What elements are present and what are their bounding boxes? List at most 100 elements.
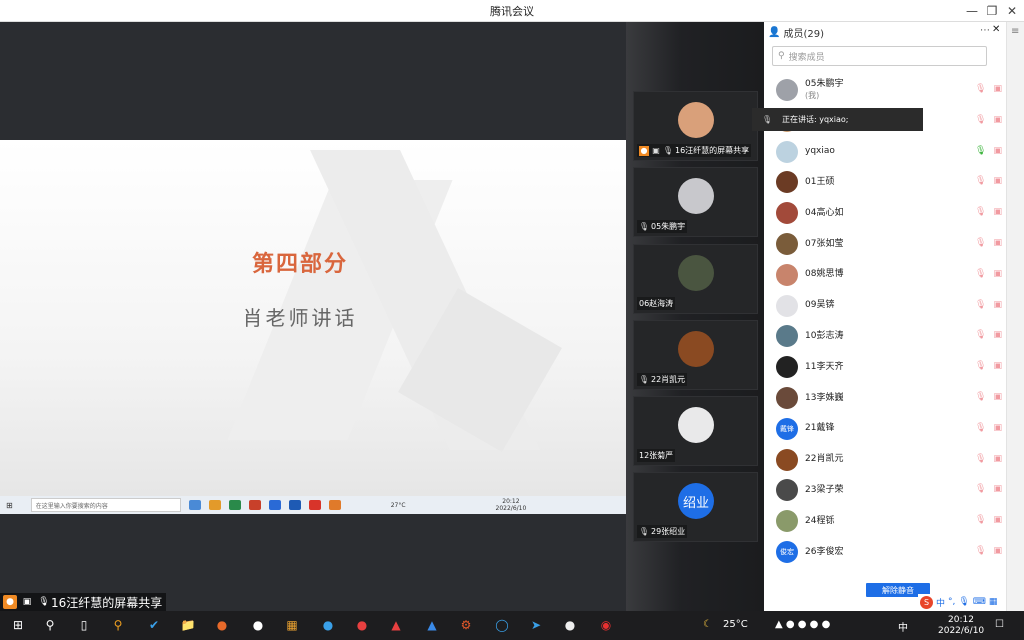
ime-bar[interactable]: S 中 °, 🎙 ⌨ ▦ (918, 594, 1000, 610)
windows-start-icon[interactable]: ⊞ (10, 617, 26, 633)
camera-off-icon[interactable]: ▣ (993, 176, 1002, 186)
mic-muted-icon[interactable]: 🎙 (975, 115, 986, 125)
avatar (776, 233, 798, 255)
member-name-text: 01王硕 (805, 176, 835, 187)
member-row[interactable]: 04高心如 🎙 ▣ (776, 199, 1006, 227)
mic-muted-icon[interactable]: 🎙 (975, 300, 986, 310)
mic-muted-icon[interactable]: 🎙 (975, 515, 986, 525)
app-icon[interactable]: ● (562, 617, 578, 633)
video-tile[interactable]: 06赵海涛 (633, 244, 758, 314)
member-name-text: 09吴锛 (805, 300, 835, 311)
netease-music-icon[interactable]: ● (354, 617, 370, 633)
member-row[interactable]: 05朱鹏宇 (我) 🎙 ▣ (776, 76, 1006, 104)
camera-off-icon[interactable]: ▣ (993, 269, 1002, 279)
mic-muted-icon[interactable]: 🎙 (975, 454, 986, 464)
settings-icon[interactable]: ⚙ (458, 617, 474, 633)
folder-icon[interactable]: 📁 (180, 617, 196, 633)
member-status-icons: 🎙 ▣ (975, 423, 1002, 433)
member-row[interactable]: 戴锋 21戴锋 🎙 ▣ (776, 415, 1006, 443)
menu-icon[interactable]: ≡ (1011, 26, 1019, 37)
mic-muted-icon[interactable]: 🎙 (975, 238, 986, 248)
member-row[interactable]: yqxiao 🎙 ▣ (776, 138, 1006, 166)
mic-muted-icon[interactable]: 🎙 (975, 392, 986, 402)
mic-muted-icon[interactable]: 🎙 (975, 330, 986, 340)
video-tile[interactable]: ● ▣ 🎙 16汪纤慧的屏幕共享 (633, 91, 758, 161)
notification-icon[interactable]: ☐ (995, 619, 1004, 630)
member-row[interactable]: 13李姝巍 🎙 ▣ (776, 384, 1006, 412)
avatar (776, 263, 798, 286)
firefox-icon[interactable]: ● (214, 617, 230, 633)
video-tile[interactable]: 12张菊严 (633, 396, 758, 466)
video-tile[interactable]: 🎙 05朱鹏宇 (633, 167, 758, 237)
app-icon[interactable]: ▦ (284, 617, 300, 633)
member-row[interactable]: 23梁子荣 🎙 ▣ (776, 476, 1006, 504)
mic-muted-icon[interactable]: 🎙 (975, 176, 986, 186)
camera-off-icon[interactable]: ▣ (993, 361, 1002, 371)
member-row[interactable]: 07张如莹 🎙 ▣ (776, 230, 1006, 258)
tile-label: 06赵海涛 (637, 297, 676, 310)
camera-off-icon[interactable]: ▣ (993, 238, 1002, 248)
search-icon[interactable]: ⚲ (42, 617, 58, 633)
member-row[interactable]: 俊宏 26李俊宏 🎙 ▣ (776, 538, 1006, 566)
member-row[interactable]: 08姚思博 🎙 ▣ (776, 261, 1006, 289)
camera-off-icon[interactable]: ▣ (993, 207, 1002, 217)
windows-icon: ⊞ (6, 500, 13, 510)
camera-off-icon[interactable]: ▣ (993, 84, 1002, 94)
camera-off-icon[interactable]: ▣ (993, 515, 1002, 525)
member-row[interactable]: 10彭志涛 🎙 ▣ (776, 322, 1006, 350)
task-view-icon[interactable]: ▯ (76, 617, 92, 633)
member-name: 04高心如 (805, 208, 843, 219)
member-name: 23梁子荣 (805, 485, 843, 496)
avatar (776, 171, 798, 194)
qq-icon[interactable]: ● (250, 617, 266, 633)
record-icon[interactable]: ◉ (598, 617, 614, 633)
app-icon[interactable]: ● (320, 617, 336, 633)
avatar (776, 294, 798, 317)
pdf-icon[interactable]: ▲ (388, 617, 404, 633)
member-row[interactable]: 01王硕 🎙 ▣ (776, 168, 1006, 196)
member-status-icons: 🎙 ▣ (975, 330, 1002, 340)
grid-icon: ▦ (988, 597, 998, 607)
app-icon[interactable]: ✔ (146, 617, 162, 633)
system-clock[interactable]: 20:12 2022/6/10 (938, 615, 984, 637)
close-panel-icon[interactable]: ✕ (992, 24, 1000, 35)
camera-off-icon[interactable]: ▣ (993, 300, 1002, 310)
mic-muted-icon[interactable]: 🎙 (975, 269, 986, 279)
camera-off-icon[interactable]: ▣ (993, 146, 1002, 156)
camera-off-icon[interactable]: ▣ (993, 423, 1002, 433)
video-tile[interactable]: 绍业 🎙 29张绍业 (633, 472, 758, 542)
camera-off-icon[interactable]: ▣ (993, 330, 1002, 340)
member-row[interactable]: 11李天齐 🎙 ▣ (776, 353, 1006, 381)
mic-muted-icon[interactable]: 🎙 (975, 361, 986, 371)
camera-off-icon[interactable]: ▣ (993, 115, 1002, 125)
app-icon[interactable]: ➤ (528, 617, 544, 633)
member-status-icons: 🎙 ▣ (975, 300, 1002, 310)
camera-off-icon[interactable]: ▣ (993, 392, 1002, 402)
mic-muted-icon[interactable]: 🎙 (975, 207, 986, 217)
member-row[interactable]: 09吴锛 🎙 ▣ (776, 292, 1006, 320)
app-icon[interactable]: ◯ (494, 617, 510, 633)
mic-on-icon[interactable]: 🎙 (975, 146, 986, 156)
member-row[interactable]: 22肖凯元 🎙 ▣ (776, 446, 1006, 474)
tray-icons[interactable]: ▲ ● ● ● ● (775, 619, 830, 630)
mic-muted-icon[interactable]: 🎙 (975, 484, 986, 494)
ime-indicator[interactable]: 中 (898, 619, 908, 634)
mic-muted-icon[interactable]: 🎙 (975, 546, 986, 556)
camera-off-icon[interactable]: ▣ (993, 546, 1002, 556)
keyboard-icon: ⌨ (972, 597, 986, 607)
search-app-icon[interactable]: ⚲ (110, 617, 126, 633)
tencent-meeting-icon[interactable]: ▲ (424, 617, 440, 633)
shared-weather: 27°C (390, 501, 406, 509)
mic-muted-icon[interactable]: 🎙 (975, 423, 986, 433)
member-note: (我) (805, 91, 820, 100)
member-row[interactable]: 24程铄 🎙 ▣ (776, 507, 1006, 535)
mic-muted-icon[interactable]: 🎙 (975, 84, 986, 94)
close-icon[interactable]: ✕ (1000, 0, 1024, 22)
camera-off-icon[interactable]: ▣ (993, 454, 1002, 464)
member-name-text: yqxiao (805, 146, 835, 157)
camera-off-icon[interactable]: ▣ (993, 484, 1002, 494)
more-icon[interactable]: ⋯ (980, 25, 990, 36)
member-search[interactable]: ⚲ 搜索成员 (772, 46, 987, 66)
video-tile[interactable]: 🎙 22肖凯元 (633, 320, 758, 390)
member-status-icons: 🎙 ▣ (975, 454, 1002, 464)
